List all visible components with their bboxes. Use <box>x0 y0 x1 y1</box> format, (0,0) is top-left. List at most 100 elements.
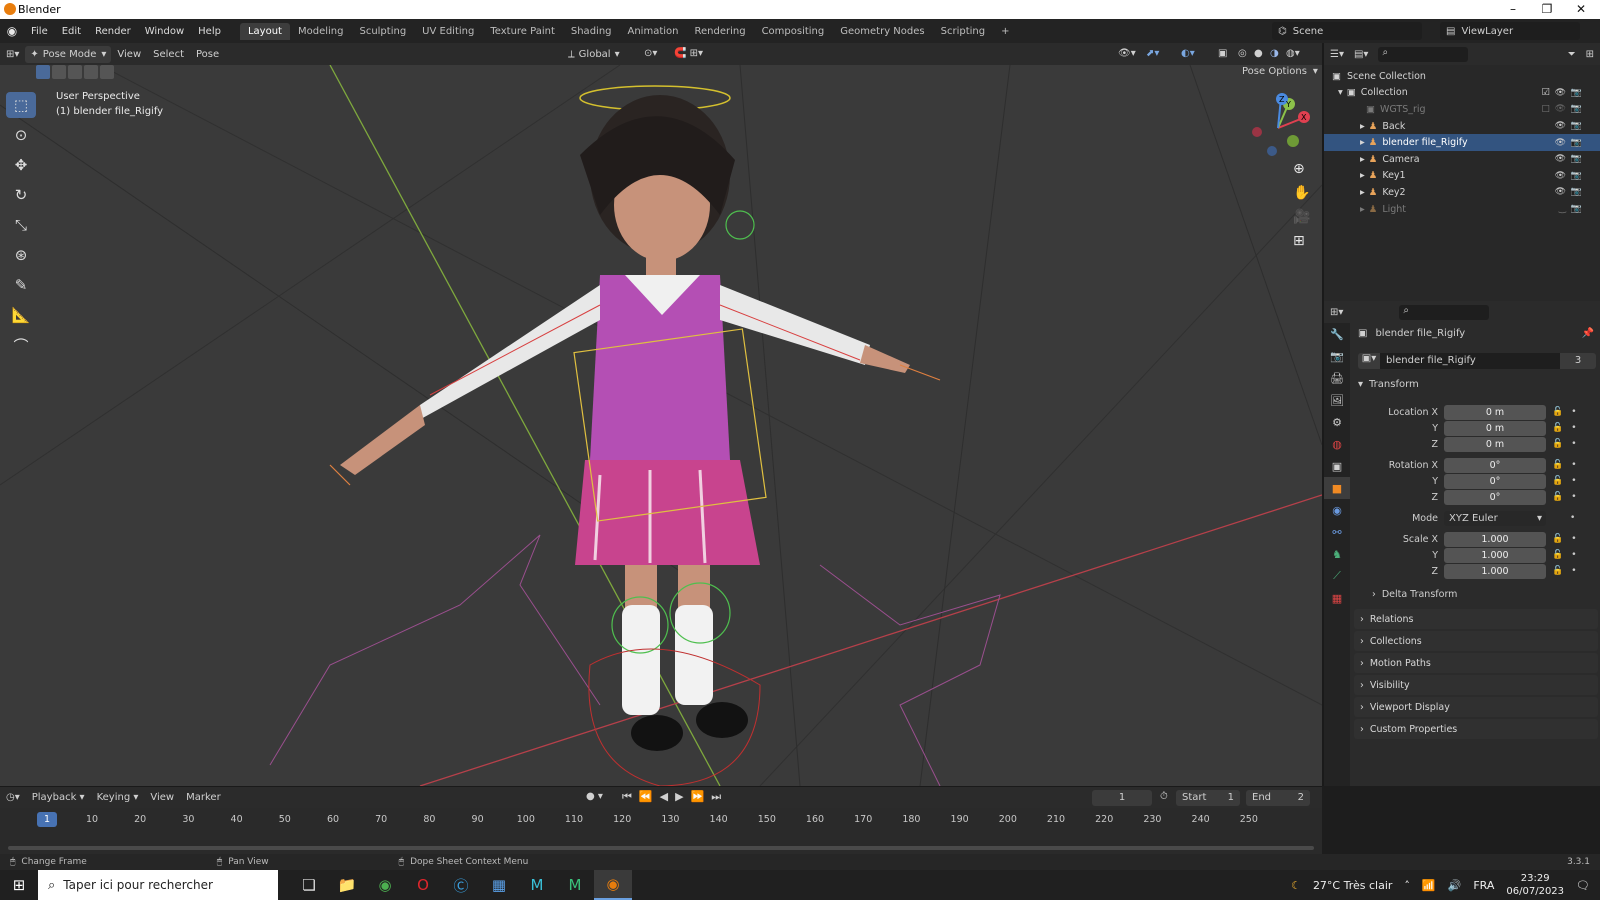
checkbox-icon[interactable]: ☐ <box>1541 104 1550 115</box>
select-new-icon[interactable] <box>36 65 50 79</box>
display-mode-icon[interactable]: ▤▾ <box>1354 49 1368 60</box>
transform-orientation-selector[interactable]: ⟂ Global ▾ <box>568 45 634 63</box>
outliner-item-back[interactable]: ▸ ♟ Back 👁 📷 <box>1324 118 1600 135</box>
panel-viewport-display[interactable]: › Viewport Display <box>1354 697 1598 717</box>
outliner-item-light[interactable]: ▸ ♟ Light ‿ 📷 <box>1324 201 1600 218</box>
keyframe-dot-icon[interactable]: • <box>1571 534 1576 544</box>
rotation-mode-select[interactable]: XYZ Euler ▾ <box>1444 510 1546 526</box>
ortho-grid-icon[interactable]: ⊞ <box>1293 233 1310 249</box>
play-icon[interactable]: ▶ <box>675 790 683 804</box>
menu-pose[interactable]: Pose <box>190 47 225 62</box>
end-frame-field[interactable]: End 2 <box>1246 790 1310 806</box>
menu-edit[interactable]: Edit <box>55 26 88 37</box>
tray-chevron-icon[interactable]: ˄ <box>1404 879 1410 892</box>
tab-scripting[interactable]: Scripting <box>933 23 993 40</box>
constraints-tab-icon[interactable]: ⚯ <box>1324 521 1350 543</box>
location-x-field[interactable]: 0 m <box>1444 404 1546 420</box>
properties-editor-icon[interactable]: ⊞▾ <box>1330 307 1343 318</box>
checkbox-icon[interactable]: ☑ <box>1541 87 1550 98</box>
windows-start-icon[interactable]: ⊞ <box>0 870 38 900</box>
outliner-collection[interactable]: ▾ ▣ Collection ☑ 👁 📷 <box>1324 85 1600 102</box>
menu-view[interactable]: View <box>111 47 147 62</box>
menu-keying[interactable]: Keying ▾ <box>91 790 145 805</box>
tab-texture-paint[interactable]: Texture Paint <box>482 23 563 40</box>
location-y-field[interactable]: 0 m <box>1444 420 1546 436</box>
task-view-icon[interactable]: ❏ <box>290 870 328 900</box>
measure-tool-icon[interactable]: 📐 <box>6 302 36 328</box>
output-tab-icon[interactable]: 🖨 <box>1324 367 1350 389</box>
blender-menu-icon[interactable]: ◉ <box>0 24 24 38</box>
minimize-button[interactable]: – <box>1496 0 1530 19</box>
cursor-tool-icon[interactable]: ⊙ <box>6 122 36 148</box>
tab-compositing[interactable]: Compositing <box>754 23 833 40</box>
tab-modeling[interactable]: Modeling <box>290 23 352 40</box>
keyframe-dot-icon[interactable]: • <box>1571 476 1576 486</box>
expand-arrow-icon[interactable]: ▸ <box>1360 170 1365 181</box>
outliner-item-blender-file-rigify[interactable]: ▸ ♟ blender file_Rigify 👁 📷 <box>1324 134 1600 151</box>
rotation-y-field[interactable]: 0° <box>1444 473 1546 489</box>
menu-help[interactable]: Help <box>191 26 228 37</box>
menu-render[interactable]: Render <box>88 26 138 37</box>
add-workspace-button[interactable]: + <box>993 23 1017 40</box>
delta-transform-header[interactable]: › Delta Transform <box>1372 589 1457 600</box>
eye-icon[interactable]: 👁 <box>1555 187 1566 197</box>
xray-toggle-icon[interactable]: ▣ <box>1212 46 1233 61</box>
datablock-selector[interactable]: ▣▾ blender file_Rigify 3 <box>1358 352 1596 369</box>
outliner-search-input[interactable]: ⌕ <box>1378 46 1469 62</box>
pan-hand-icon[interactable]: ✋ <box>1293 185 1310 201</box>
breakdowner-tool-icon[interactable]: ⌒ <box>6 332 36 358</box>
mode-selector[interactable]: ✦ Pose Mode ▾ <box>25 45 112 63</box>
rotate-tool-icon[interactable]: ↻ <box>6 182 36 208</box>
tab-uv-editing[interactable]: UV Editing <box>414 23 482 40</box>
c-app-icon[interactable]: Ⓒ <box>442 870 480 900</box>
data-tab-icon[interactable]: ♞ <box>1324 543 1350 565</box>
expand-arrow-icon[interactable]: ▾ <box>1338 87 1343 98</box>
m-app2-icon[interactable]: M <box>556 870 594 900</box>
next-keyframe-icon[interactable]: ⏩ <box>691 790 705 804</box>
render-camera-icon[interactable]: 📷 <box>1571 154 1582 164</box>
camera-view-icon[interactable]: 🎥 <box>1293 209 1310 225</box>
rotation-x-field[interactable]: 0° <box>1444 457 1546 473</box>
eye-icon[interactable]: 👁 <box>1555 104 1566 114</box>
timeline-editor-icon[interactable]: ◷▾ <box>0 790 26 805</box>
view-layer-tab-icon[interactable]: 🖼 <box>1324 389 1350 411</box>
select-intersect-icon[interactable] <box>100 65 114 79</box>
scene-tab-icon[interactable]: ⚙ <box>1324 411 1350 433</box>
render-camera-icon[interactable]: 📷 <box>1571 171 1582 181</box>
outliner-scene-collection[interactable]: ▣ Scene Collection <box>1324 68 1600 85</box>
select-subtract-icon[interactable] <box>68 65 82 79</box>
tab-geometry-nodes[interactable]: Geometry Nodes <box>832 23 932 40</box>
transform-panel-header[interactable]: ▾ Transform <box>1358 379 1598 390</box>
notification-icon[interactable]: 🗨 <box>1576 879 1590 892</box>
m-app-icon[interactable]: M <box>518 870 556 900</box>
transform-tool-icon[interactable]: ⊛ <box>6 242 36 268</box>
rotation-z-field[interactable]: 0° <box>1444 489 1546 505</box>
datablock-users-count[interactable]: 3 <box>1560 352 1596 369</box>
panel-collections[interactable]: › Collections <box>1354 631 1598 651</box>
bone-tab-icon[interactable]: ⟋ <box>1324 565 1350 587</box>
timeline-area[interactable]: 1 10 20 30 40 50 60 70 80 90 100 110 120 130 140 150 160… <box>0 808 1322 854</box>
lock-icon[interactable]: 🔓 <box>1552 439 1563 449</box>
jump-end-icon[interactable]: ⏭ <box>711 790 721 804</box>
lock-icon[interactable]: 🔓 <box>1552 550 1563 560</box>
keyframe-dot-icon[interactable]: • <box>1571 492 1576 502</box>
panel-custom-properties[interactable]: › Custom Properties <box>1354 719 1598 739</box>
menu-marker[interactable]: Marker <box>180 790 227 805</box>
maximize-button[interactable]: ❐ <box>1530 0 1564 19</box>
visibility-icon[interactable]: 👁▾ <box>1112 46 1142 61</box>
annotate-tool-icon[interactable]: ✎ <box>6 272 36 298</box>
modifiers-tab-icon[interactable]: ◉ <box>1324 499 1350 521</box>
prev-keyframe-icon[interactable]: ⏪ <box>639 790 653 804</box>
eye-hidden-icon[interactable]: ‿ <box>1559 204 1566 214</box>
world-tab-icon[interactable]: ◍ <box>1324 433 1350 455</box>
render-camera-icon[interactable]: 📷 <box>1571 204 1582 214</box>
select-extend-icon[interactable] <box>52 65 66 79</box>
timeline-scrollbar[interactable] <box>8 846 1314 850</box>
lock-icon[interactable]: 🔓 <box>1552 423 1563 433</box>
weather-text[interactable]: 27°C Très clair <box>1313 879 1392 892</box>
select-invert-icon[interactable] <box>84 65 98 79</box>
outliner-item-key1[interactable]: ▸ ♟ Key1 👁 📷 <box>1324 168 1600 185</box>
menu-select[interactable]: Select <box>147 47 190 62</box>
new-collection-icon[interactable]: ⊞ <box>1586 49 1594 60</box>
tab-animation[interactable]: Animation <box>620 23 687 40</box>
